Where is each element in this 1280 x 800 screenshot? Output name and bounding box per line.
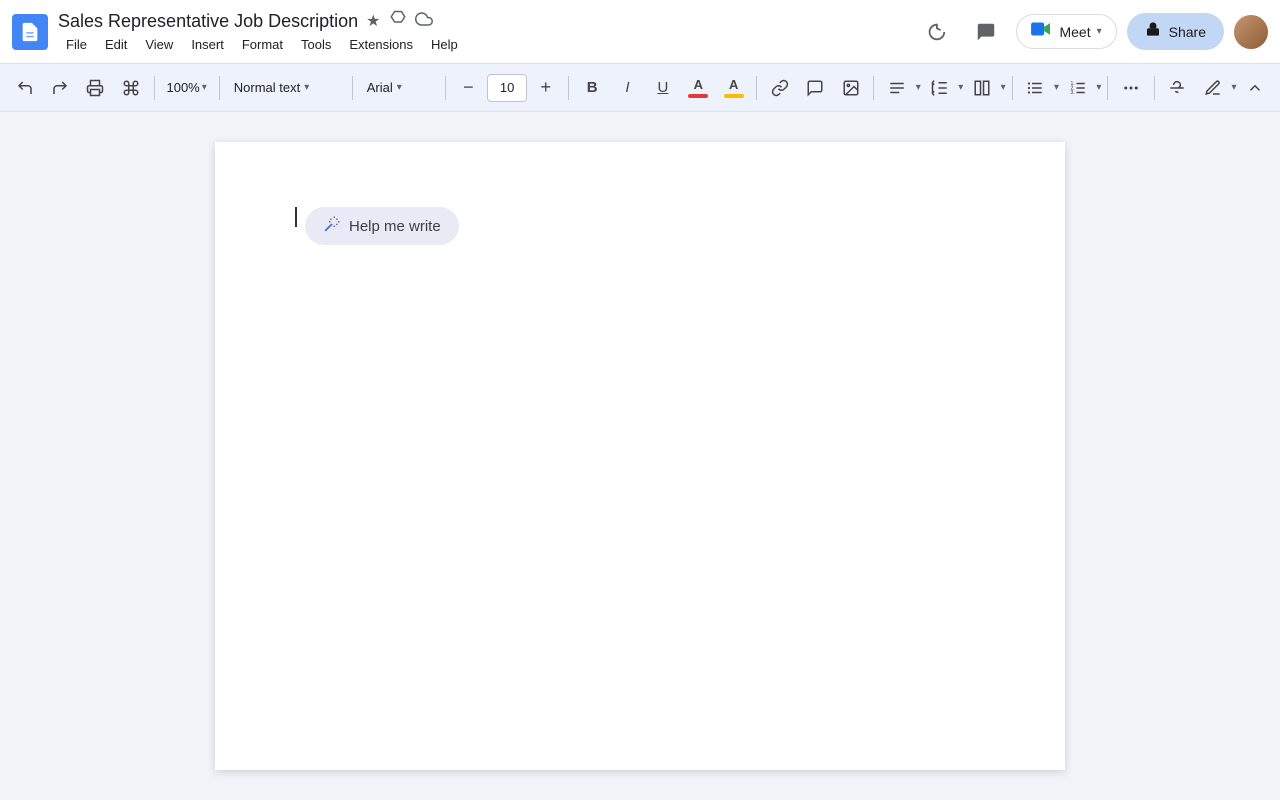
zoom-chevron-icon: ▾ bbox=[202, 82, 207, 93]
bullet-list-button[interactable] bbox=[1019, 71, 1052, 105]
comment-button[interactable] bbox=[799, 71, 832, 105]
style-label: Normal text bbox=[234, 80, 300, 95]
zoom-value: 100% bbox=[166, 80, 199, 95]
italic-button[interactable]: I bbox=[611, 71, 644, 105]
text-color-letter: A bbox=[694, 77, 703, 92]
meet-icon bbox=[1031, 21, 1053, 42]
font-chevron-icon: ▾ bbox=[397, 82, 402, 93]
document-page[interactable]: Help me write bbox=[215, 142, 1065, 770]
align-button[interactable] bbox=[880, 71, 913, 105]
divider-3 bbox=[352, 76, 353, 100]
collapse-toolbar-button[interactable] bbox=[1239, 71, 1272, 105]
share-label: Share bbox=[1169, 24, 1206, 40]
text-color-bar bbox=[688, 94, 708, 98]
title-actions: Meet ▾ Share bbox=[916, 12, 1268, 52]
comments-button[interactable] bbox=[966, 12, 1006, 52]
divider-4 bbox=[445, 76, 446, 100]
divider-7 bbox=[873, 76, 874, 100]
divider-8 bbox=[1012, 76, 1013, 100]
title-area: Sales Representative Job Description ★ F… bbox=[58, 10, 916, 54]
decrease-font-button[interactable]: − bbox=[452, 71, 485, 105]
highlight-color-bar bbox=[724, 94, 744, 98]
line-spacing-button[interactable] bbox=[923, 71, 956, 105]
google-docs-icon bbox=[12, 14, 48, 50]
ordered-list-button[interactable]: 1. 2. 3. bbox=[1061, 71, 1094, 105]
meet-label: Meet bbox=[1059, 24, 1090, 40]
menu-help[interactable]: Help bbox=[423, 35, 466, 54]
share-button[interactable]: Share bbox=[1127, 13, 1224, 50]
drive-icon[interactable] bbox=[389, 10, 407, 33]
highlight-color-button[interactable]: A bbox=[717, 71, 750, 105]
ordered-list-chevron-icon[interactable]: ▾ bbox=[1096, 82, 1101, 93]
divider-6 bbox=[756, 76, 757, 100]
divider-2 bbox=[219, 76, 220, 100]
style-chevron-icon: ▾ bbox=[304, 82, 309, 93]
divider-9 bbox=[1107, 76, 1108, 100]
bullet-list-chevron-icon[interactable]: ▾ bbox=[1054, 82, 1059, 93]
menu-extensions[interactable]: Extensions bbox=[341, 35, 421, 54]
image-button[interactable] bbox=[834, 71, 867, 105]
divider-10 bbox=[1154, 76, 1155, 100]
menu-view[interactable]: View bbox=[137, 35, 181, 54]
text-cursor bbox=[295, 207, 297, 227]
history-button[interactable] bbox=[916, 12, 956, 52]
columns-button[interactable] bbox=[965, 71, 998, 105]
doc-title[interactable]: Sales Representative Job Description bbox=[58, 11, 358, 32]
divider-1 bbox=[154, 76, 155, 100]
menu-file[interactable]: File bbox=[58, 35, 95, 54]
spacing-chevron-icon[interactable]: ▾ bbox=[958, 82, 963, 93]
star-icon[interactable]: ★ bbox=[366, 11, 380, 31]
highlight-letter: A bbox=[729, 77, 738, 92]
cloud-icon[interactable] bbox=[415, 10, 433, 33]
wand-icon bbox=[323, 215, 341, 237]
print-button[interactable] bbox=[79, 71, 112, 105]
menu-edit[interactable]: Edit bbox=[97, 35, 135, 54]
text-style-selector[interactable]: Normal text ▾ bbox=[226, 78, 346, 97]
bold-button[interactable]: B bbox=[575, 71, 608, 105]
avatar[interactable] bbox=[1234, 15, 1268, 49]
text-color-button[interactable]: A bbox=[682, 71, 715, 105]
divider-5 bbox=[568, 76, 569, 100]
paint-format-button[interactable] bbox=[114, 71, 147, 105]
font-selector[interactable]: Arial ▾ bbox=[359, 78, 439, 97]
undo-button[interactable] bbox=[8, 71, 41, 105]
align-chevron-icon[interactable]: ▾ bbox=[916, 82, 921, 93]
menu-format[interactable]: Format bbox=[234, 35, 291, 54]
svg-text:3.: 3. bbox=[1070, 90, 1074, 96]
font-label: Arial bbox=[367, 80, 393, 95]
lock-icon bbox=[1145, 21, 1161, 42]
strikethrough-button[interactable] bbox=[1161, 71, 1194, 105]
help-me-write-button[interactable]: Help me write bbox=[305, 207, 459, 245]
meet-chevron-icon: ▾ bbox=[1097, 26, 1102, 37]
columns-chevron-icon[interactable]: ▾ bbox=[1001, 82, 1006, 93]
font-size-input[interactable] bbox=[487, 74, 527, 102]
document-area: Help me write bbox=[0, 112, 1280, 800]
help-me-write-label: Help me write bbox=[349, 218, 441, 235]
menu-tools[interactable]: Tools bbox=[293, 35, 339, 54]
redo-button[interactable] bbox=[43, 71, 76, 105]
zoom-selector[interactable]: 100% ▾ bbox=[160, 78, 212, 97]
link-button[interactable] bbox=[763, 71, 796, 105]
meet-button[interactable]: Meet ▾ bbox=[1016, 14, 1116, 49]
increase-font-button[interactable]: + bbox=[529, 71, 562, 105]
menu-insert[interactable]: Insert bbox=[183, 35, 232, 54]
toolbar: 100% ▾ Normal text ▾ Arial ▾ − + B I U A… bbox=[0, 64, 1280, 112]
underline-button[interactable]: U bbox=[646, 71, 679, 105]
pencil-chevron-icon[interactable]: ▾ bbox=[1232, 82, 1237, 93]
edit-pencil-button[interactable] bbox=[1196, 71, 1229, 105]
document-content: Help me write bbox=[295, 202, 985, 245]
more-options-button[interactable] bbox=[1114, 71, 1147, 105]
